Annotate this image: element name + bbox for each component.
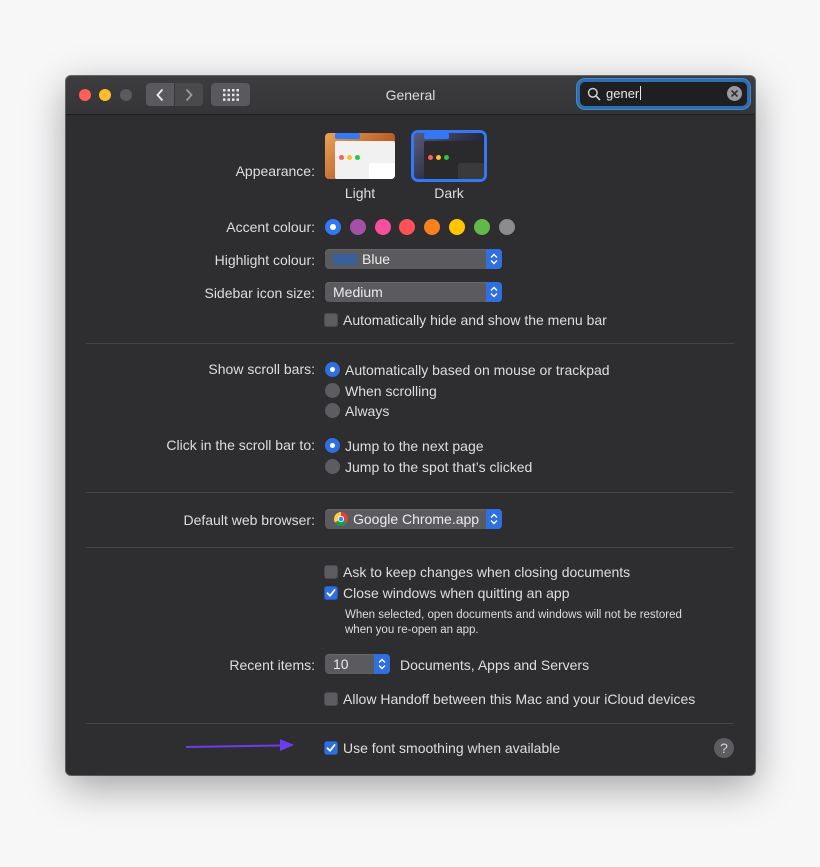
handoff-label: Allow Handoff between this Mac and your … (343, 691, 696, 707)
light-preview-dot (347, 155, 352, 160)
scroll-bars-auto-label: Automatically based on mouse or trackpad (345, 362, 610, 378)
dark-preview-menubar (424, 133, 449, 139)
recent-items-value: 10 (333, 656, 349, 672)
menu-bar-checkbox[interactable] (324, 313, 338, 327)
accent-colour-swatch[interactable] (498, 219, 515, 235)
text-cursor (640, 86, 642, 100)
sidebar-icon-size-label: Sidebar icon size: (204, 285, 315, 301)
handoff-checkbox[interactable] (324, 692, 338, 706)
default-browser-label: Default web browser: (183, 512, 315, 528)
show-scroll-bars-label: Show scroll bars: (208, 361, 315, 377)
scroll-bars-always-label: Always (345, 403, 390, 419)
accent-colour-swatch[interactable] (399, 219, 416, 235)
close-icon (731, 90, 738, 97)
scroll-bars-always-radio[interactable] (325, 403, 340, 418)
accent-colour-swatch[interactable] (449, 219, 465, 235)
appearance-light-option[interactable] (325, 133, 395, 179)
popup-arrows (374, 654, 390, 674)
appearance-light-label: Light (344, 185, 376, 201)
ask-keep-changes-label: Ask to keep changes when closing documen… (343, 564, 631, 580)
light-preview-dot (339, 155, 344, 160)
ask-keep-changes-checkbox[interactable] (324, 565, 338, 579)
checkmark-icon (326, 589, 336, 597)
up-down-chevron-icon (490, 286, 498, 298)
popup-arrows (486, 249, 502, 269)
dark-preview-dot (436, 155, 441, 160)
close-windows-note-line: When selected, open documents and window… (345, 609, 682, 621)
scroll-click-label: Click in the scroll bar to: (166, 437, 315, 453)
divider (86, 492, 734, 493)
scroll-bars-auto-radio[interactable] (325, 362, 340, 377)
jump-next-page-radio[interactable] (325, 438, 340, 453)
sidebar-icon-size-popup[interactable]: Medium (325, 282, 502, 302)
search-field[interactable]: gener (580, 82, 747, 106)
light-preview-panel (369, 163, 395, 179)
highlight-colour-value: Blue (362, 251, 391, 267)
popup-arrows (486, 509, 502, 529)
accent-colour-swatch[interactable] (374, 219, 391, 235)
divider (86, 547, 734, 548)
font-smoothing-checkbox[interactable] (324, 741, 338, 755)
recent-items-popup[interactable]: 10 (325, 654, 390, 674)
light-preview-menubar (335, 133, 360, 139)
clear-search-button[interactable] (727, 86, 742, 101)
light-preview-dot (355, 155, 360, 160)
accent-colour-swatch[interactable] (473, 219, 490, 235)
titlebar: General gener (66, 76, 755, 115)
dark-preview-dot (428, 155, 433, 160)
menu-bar-checkbox-label: Automatically hide and show the menu bar (343, 312, 607, 328)
up-down-chevron-icon (490, 253, 498, 265)
font-smoothing-label: Use font smoothing when available (343, 740, 561, 756)
highlight-colour-label: Highlight colour: (214, 252, 315, 268)
up-down-chevron-icon (378, 658, 386, 670)
popup-arrows (486, 282, 502, 302)
appearance-dark-option[interactable] (414, 133, 484, 179)
close-windows-note: When selected, open documents and window… (345, 608, 725, 638)
scroll-bars-when-scrolling-label: When scrolling (345, 383, 437, 399)
up-down-chevron-icon (490, 513, 498, 525)
close-windows-checkbox[interactable] (324, 586, 338, 600)
search-icon (587, 87, 601, 101)
divider (86, 723, 734, 724)
help-button[interactable]: ? (714, 738, 734, 758)
appearance-dark-label: Dark (434, 185, 464, 201)
appearance-label: Appearance: (235, 163, 315, 179)
highlight-swatch (333, 254, 357, 265)
dark-preview-panel (458, 163, 484, 179)
sidebar-icon-size-value: Medium (333, 284, 383, 300)
accent-colour-swatch[interactable] (325, 219, 341, 235)
jump-to-spot-radio[interactable] (325, 459, 340, 474)
recent-items-suffix: Documents, Apps and Servers (400, 657, 590, 673)
close-windows-note-line: when you re-open an app. (345, 624, 479, 636)
checkmark-icon (326, 744, 336, 752)
search-input[interactable]: gener (606, 86, 642, 101)
highlight-colour-popup[interactable]: Blue (325, 249, 502, 269)
system-preferences-window: General gener Appearance: Light Dark Acc… (66, 76, 755, 775)
default-browser-value: Google Chrome.app (353, 511, 480, 527)
close-windows-label: Close windows when quitting an app (343, 585, 570, 601)
default-browser-popup[interactable]: Google Chrome.app (325, 509, 502, 529)
recent-items-label: Recent items: (229, 657, 315, 673)
jump-next-page-label: Jump to the next page (345, 438, 484, 454)
annotation-arrow-icon (186, 739, 294, 751)
dark-preview-dot (444, 155, 449, 160)
chrome-icon (334, 512, 348, 526)
divider (86, 343, 734, 344)
scroll-bars-when-scrolling-radio[interactable] (325, 383, 340, 398)
accent-colour-swatch[interactable] (349, 219, 366, 235)
accent-colour-label: Accent colour: (226, 219, 315, 235)
accent-colour-swatch[interactable] (424, 219, 441, 235)
jump-to-spot-label: Jump to the spot that’s clicked (345, 459, 533, 475)
